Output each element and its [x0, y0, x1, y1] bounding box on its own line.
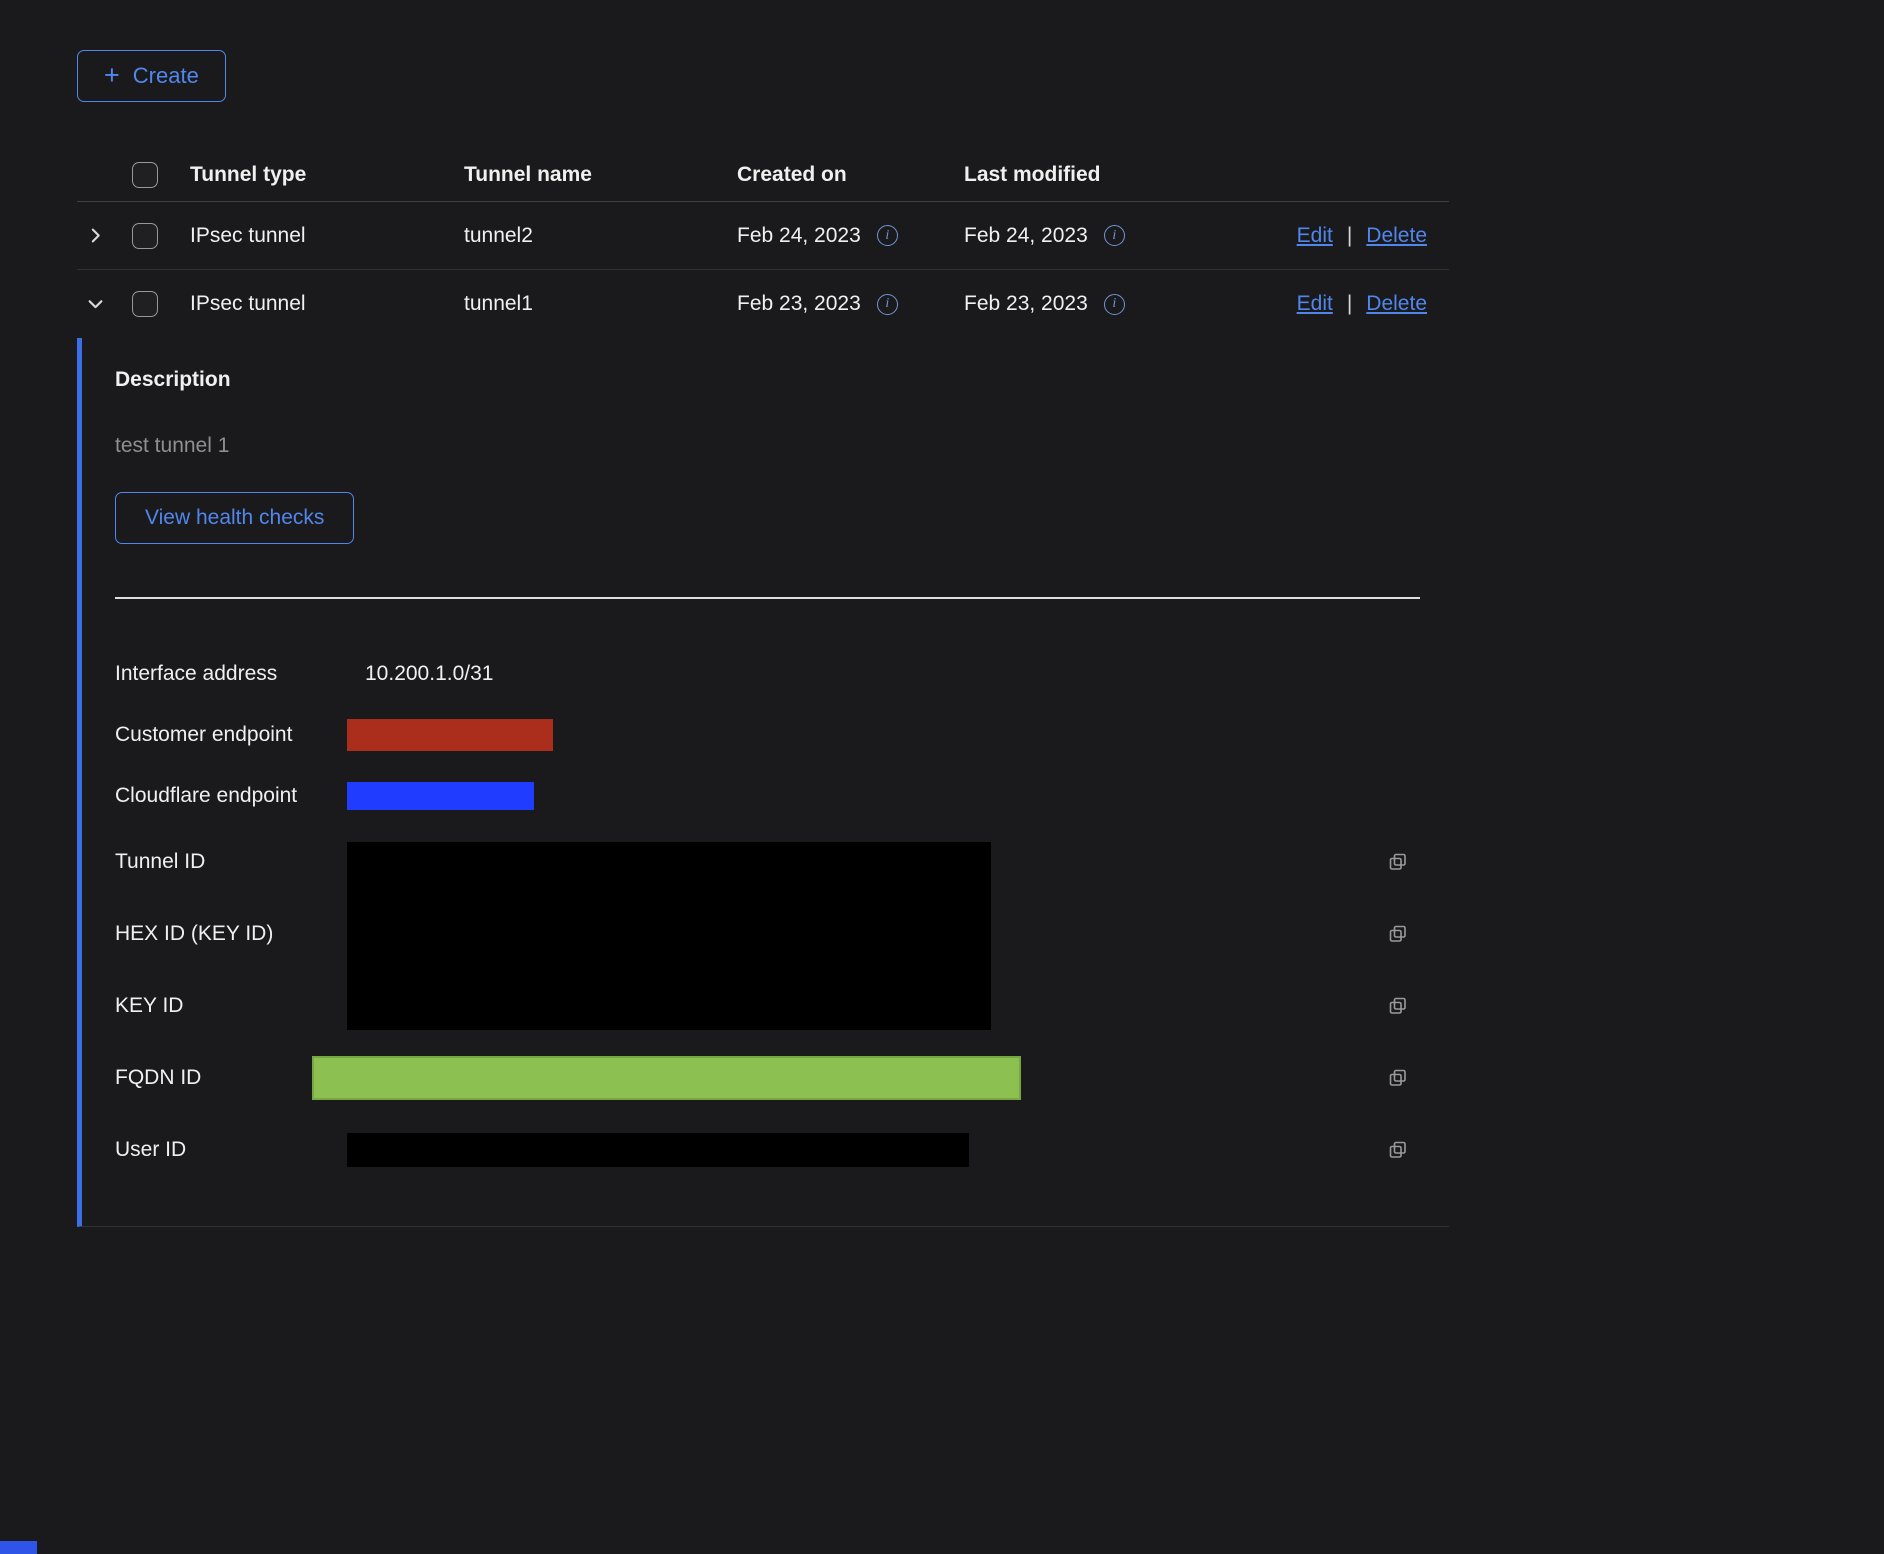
interface-address-label: Interface address	[115, 662, 347, 686]
tunnels-page: + Create Tunnel type Tunnel name Created…	[0, 0, 1884, 1227]
tunnel-detail-panel: Description test tunnel 1 View health ch…	[77, 338, 1449, 1227]
column-header-created-on: Created on	[737, 163, 964, 187]
edit-link[interactable]: Edit	[1297, 292, 1333, 316]
delete-link[interactable]: Delete	[1366, 224, 1427, 248]
column-header-tunnel-type: Tunnel type	[190, 163, 464, 187]
customer-endpoint-redacted-value	[347, 719, 553, 751]
divider	[115, 597, 1420, 599]
bottom-scroll-indicator	[0, 1541, 37, 1554]
copy-icon[interactable]	[1387, 923, 1409, 945]
hex-id-label: HEX ID (KEY ID)	[115, 922, 347, 946]
cloudflare-endpoint-redacted-value	[347, 782, 534, 810]
description-value: test tunnel 1	[115, 432, 1420, 460]
copy-icon[interactable]	[1387, 1067, 1409, 1089]
action-separator: |	[1347, 224, 1352, 248]
key-id-label: KEY ID	[115, 994, 347, 1018]
customer-endpoint-label: Customer endpoint	[115, 723, 347, 747]
create-button-label: Create	[133, 63, 199, 89]
copy-icon[interactable]	[1387, 1139, 1409, 1161]
create-button[interactable]: + Create	[77, 50, 226, 102]
info-icon[interactable]: i	[1104, 294, 1125, 315]
select-all-checkbox[interactable]	[132, 162, 158, 188]
cloudflare-endpoint-label: Cloudflare endpoint	[115, 784, 347, 808]
view-health-checks-button[interactable]: View health checks	[115, 492, 354, 544]
tunnel-type-cell: IPsec tunnel	[190, 224, 464, 248]
plus-icon: +	[104, 62, 120, 89]
tunnel-type-cell: IPsec tunnel	[190, 292, 464, 316]
action-separator: |	[1347, 292, 1352, 316]
tunnels-table: Tunnel type Tunnel name Created on Last …	[77, 148, 1449, 1227]
description-label: Description	[115, 366, 1420, 394]
table-header-row: Tunnel type Tunnel name Created on Last …	[77, 148, 1449, 202]
last-modified-value: Feb 23, 2023	[964, 292, 1088, 316]
interface-address-row: Interface address 10.200.1.0/31	[115, 643, 1420, 704]
customer-endpoint-row: Customer endpoint	[115, 704, 1420, 765]
info-icon[interactable]: i	[1104, 225, 1125, 246]
last-modified-value: Feb 24, 2023	[964, 224, 1088, 248]
delete-link[interactable]: Delete	[1366, 292, 1427, 316]
user-id-redacted-value	[347, 1133, 969, 1167]
tunnel-id-label: Tunnel ID	[115, 850, 347, 874]
table-row: IPsec tunnel tunnel2 Feb 24, 2023 i Feb …	[77, 202, 1449, 270]
chevron-down-icon[interactable]	[87, 296, 104, 313]
tunnel-name-cell: tunnel2	[464, 224, 737, 248]
user-id-label: User ID	[115, 1138, 347, 1162]
info-icon[interactable]: i	[877, 294, 898, 315]
fqdn-id-redacted-value	[312, 1056, 1021, 1100]
tunnel-ids-redacted-value	[347, 842, 991, 1030]
row-checkbox[interactable]	[132, 223, 158, 249]
copy-icon[interactable]	[1387, 851, 1409, 873]
cloudflare-endpoint-row: Cloudflare endpoint	[115, 765, 1420, 826]
info-icon[interactable]: i	[877, 225, 898, 246]
chevron-right-icon[interactable]	[87, 227, 104, 244]
column-header-tunnel-name: Tunnel name	[464, 163, 737, 187]
tunnel-ids-section: Tunnel ID HEX ID (KEY ID) KEY ID FQDN ID…	[115, 826, 1420, 1186]
edit-link[interactable]: Edit	[1297, 224, 1333, 248]
copy-icon[interactable]	[1387, 995, 1409, 1017]
created-on-value: Feb 24, 2023	[737, 224, 861, 248]
column-header-last-modified: Last modified	[964, 163, 1282, 187]
row-checkbox[interactable]	[132, 291, 158, 317]
tunnel-name-cell: tunnel1	[464, 292, 737, 316]
interface-address-value: 10.200.1.0/31	[365, 662, 493, 686]
table-row: IPsec tunnel tunnel1 Feb 23, 2023 i Feb …	[77, 270, 1449, 338]
created-on-value: Feb 23, 2023	[737, 292, 861, 316]
